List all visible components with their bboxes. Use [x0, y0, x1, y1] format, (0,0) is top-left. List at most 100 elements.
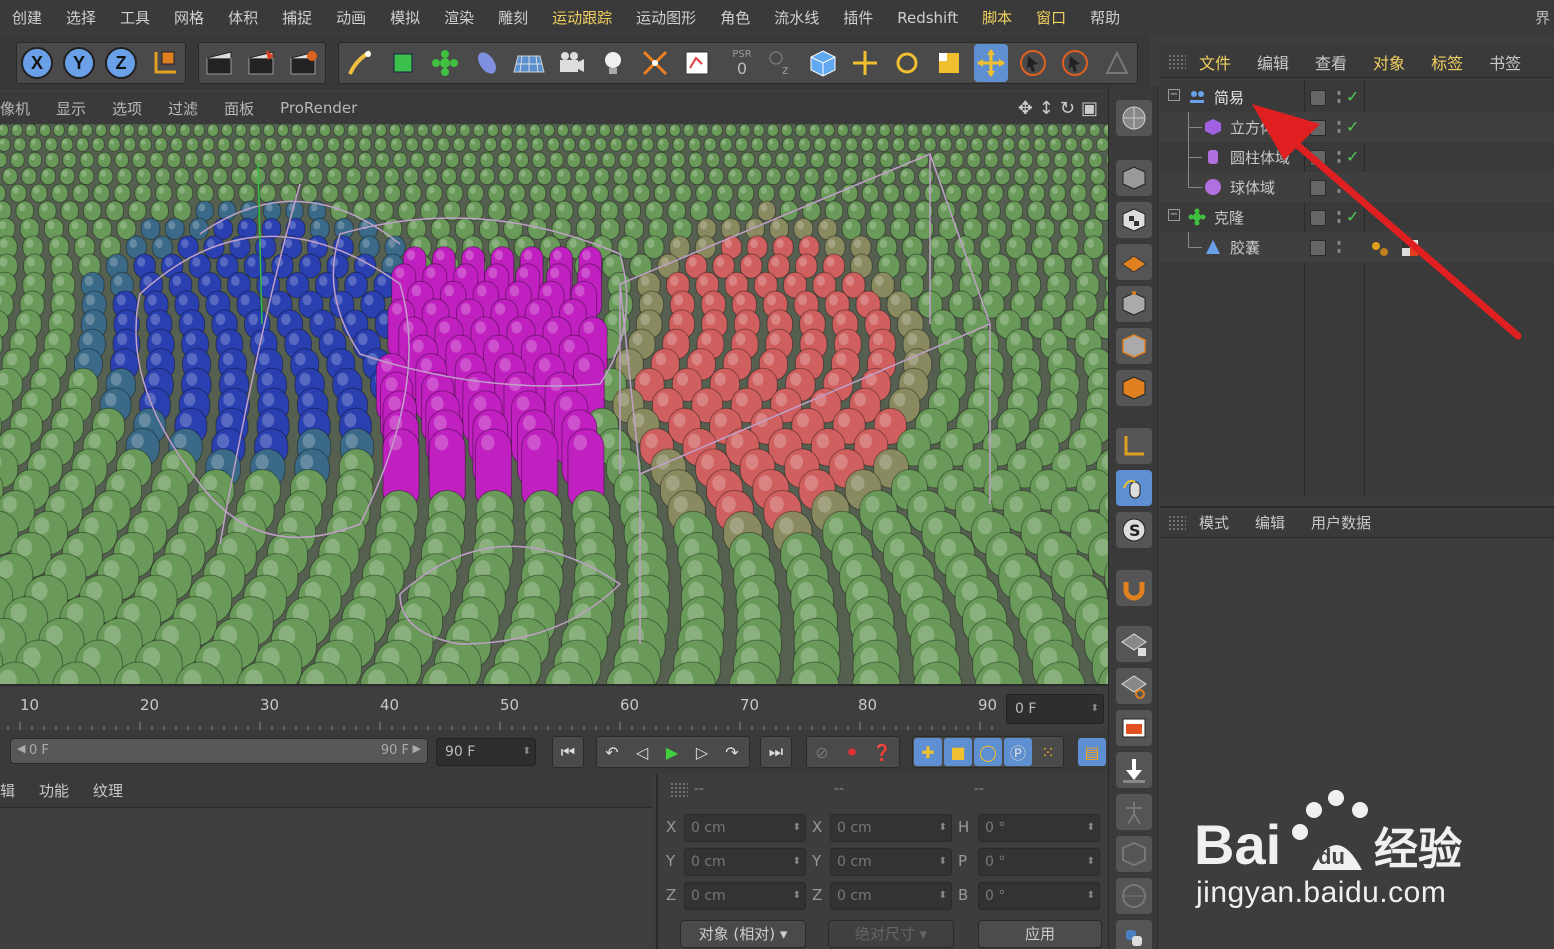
record-button[interactable]: ⏺: [838, 738, 866, 766]
om-tab-tags[interactable]: 标签: [1418, 50, 1476, 74]
xpresso-button[interactable]: [1116, 878, 1152, 914]
om-tab-bookmarks[interactable]: 书签: [1476, 50, 1534, 74]
pan-icon[interactable]: ✥: [1018, 98, 1033, 119]
rot-b-field[interactable]: 0 ° ⬍: [978, 882, 1100, 910]
material-tab-edit[interactable]: 辑: [0, 780, 27, 801]
render-settings-button[interactable]: [286, 44, 320, 82]
size-z-field[interactable]: 0 cm ⬍: [830, 882, 952, 910]
texture-mode-button[interactable]: [1116, 202, 1152, 238]
stepper-icon[interactable]: ⬍: [793, 849, 801, 875]
size-x-field[interactable]: 0 cm ⬍: [830, 814, 952, 842]
phong-tag-icon[interactable]: [1370, 238, 1390, 258]
render-picture-viewer-button[interactable]: [244, 44, 278, 82]
menu-mesh[interactable]: 网格: [162, 0, 216, 36]
material-manager-area[interactable]: [0, 808, 652, 949]
range-left-arrow-icon[interactable]: ◀: [17, 742, 25, 755]
visibility-dots[interactable]: [1336, 119, 1342, 135]
menu-render[interactable]: 渲染: [432, 0, 486, 36]
coord-mode-dropdown[interactable]: 对象 (相对) ▾: [680, 920, 806, 948]
material-tab-function[interactable]: 功能: [27, 780, 81, 801]
character-button[interactable]: [1116, 794, 1152, 830]
menu-plugins[interactable]: 插件: [831, 0, 885, 36]
grip-icon[interactable]: [670, 782, 688, 798]
menu-simulate[interactable]: 模拟: [378, 0, 432, 36]
light-button[interactable]: [596, 44, 630, 82]
planar-workplane-button[interactable]: [1116, 668, 1152, 704]
menu-help[interactable]: 帮助: [1078, 0, 1132, 36]
current-frame-field[interactable]: 0 F ⬍: [1006, 694, 1104, 724]
play-button[interactable]: ▶: [658, 738, 686, 766]
render-view-button[interactable]: [202, 44, 236, 82]
object-row-cube-field[interactable]: 立方体域 ✓: [1160, 112, 1554, 142]
subdivision-button[interactable]: [386, 44, 420, 82]
grip-icon[interactable]: [1168, 514, 1186, 531]
snap-settings-button[interactable]: z: [764, 44, 798, 82]
goto-start-button[interactable]: ⏮: [554, 738, 582, 766]
visibility-dots[interactable]: [1336, 179, 1342, 195]
stepper-icon[interactable]: ⬍: [1087, 815, 1095, 841]
snap-button[interactable]: [1116, 570, 1152, 606]
visibility-dots[interactable]: [1336, 89, 1342, 105]
object-row-sphere-field[interactable]: 球体域: [1160, 172, 1554, 202]
viewport-menu-options[interactable]: 选项: [99, 98, 155, 119]
layer-toggle[interactable]: [1310, 90, 1326, 106]
enabled-check-icon[interactable]: ✓: [1346, 147, 1359, 166]
menu-tools[interactable]: 工具: [108, 0, 162, 36]
object-row-cloner[interactable]: − 克隆 ✓: [1160, 202, 1554, 232]
pos-z-field[interactable]: 0 cm ⬍: [684, 882, 806, 910]
om-tab-edit[interactable]: 编辑: [1244, 50, 1302, 74]
polygons-mode-button[interactable]: [1116, 370, 1152, 406]
layer-toggle[interactable]: [1310, 150, 1326, 166]
3d-viewport[interactable]: [0, 124, 1108, 686]
sculpt-button[interactable]: [1116, 836, 1152, 872]
move-tool-button[interactable]: [848, 44, 882, 82]
end-frame-field[interactable]: 90 F ⬍: [436, 738, 536, 766]
preview-range-slider[interactable]: ◀ 0 F 90 F ▶: [10, 738, 428, 764]
layer-toggle[interactable]: [1310, 210, 1326, 226]
stepper-icon[interactable]: ⬍: [939, 849, 947, 875]
object-row-cylinder-field[interactable]: 圆柱体域 ✓: [1160, 142, 1554, 172]
frame-stepper-icon[interactable]: ⬍: [1091, 695, 1099, 723]
menu-window[interactable]: 窗口: [1024, 0, 1078, 36]
edges-mode-button[interactable]: [1116, 328, 1152, 364]
stepper-icon[interactable]: ⬍: [939, 883, 947, 909]
enabled-check-icon[interactable]: ✓: [1346, 117, 1359, 136]
python-button[interactable]: [1116, 920, 1152, 949]
key-rotation-button[interactable]: ◯: [974, 738, 1002, 766]
next-frame-button[interactable]: ▷: [688, 738, 716, 766]
viewport-menu-camera[interactable]: 像机: [0, 98, 43, 119]
timeline-layout-button[interactable]: ▤: [1078, 738, 1106, 766]
scale-tool-button[interactable]: [932, 44, 966, 82]
enabled-check-icon[interactable]: ✓: [1346, 207, 1359, 226]
maximize-view-icon[interactable]: ▣: [1081, 98, 1098, 119]
timeline-ruler[interactable]: 10 20 30 40 50 60 70 80 90 0 F ⬍: [0, 688, 1108, 730]
layer-toggle[interactable]: [1310, 240, 1326, 256]
layer-toggle[interactable]: [1310, 120, 1326, 136]
stepper-icon[interactable]: ⬍: [1087, 883, 1095, 909]
viewport-menu-filter[interactable]: 过滤: [155, 98, 211, 119]
object-row-capsule[interactable]: 胶囊: [1160, 232, 1554, 262]
orbit-icon[interactable]: ↻: [1060, 98, 1075, 119]
key-parameter-button[interactable]: Ⓟ: [1004, 738, 1032, 766]
menu-pipeline[interactable]: 流水线: [762, 0, 831, 36]
apply-button[interactable]: 应用: [978, 920, 1102, 948]
prev-key-button[interactable]: ↶: [598, 738, 626, 766]
visibility-dots[interactable]: [1336, 239, 1342, 255]
dolly-icon[interactable]: ↕: [1039, 98, 1054, 119]
stepper-icon[interactable]: ⬍: [939, 815, 947, 841]
viewport-window-button[interactable]: [1116, 710, 1152, 746]
z-axis-lock-button[interactable]: Z: [104, 44, 138, 82]
viewport-menu-display[interactable]: 显示: [43, 98, 99, 119]
keyframe-help-button[interactable]: ❓: [868, 738, 896, 766]
pos-y-field[interactable]: 0 cm ⬍: [684, 848, 806, 876]
grip-icon[interactable]: [1168, 53, 1186, 70]
timeline-button[interactable]: [680, 44, 714, 82]
menu-script[interactable]: 脚本: [970, 0, 1024, 36]
live-selection-button[interactable]: [1016, 44, 1050, 82]
x-axis-lock-button[interactable]: X: [20, 44, 54, 82]
menu-interface-cut[interactable]: 界: [1535, 0, 1550, 36]
am-tab-user-data[interactable]: 用户数据: [1298, 512, 1384, 533]
visibility-dots[interactable]: [1336, 149, 1342, 165]
stepper-icon[interactable]: ⬍: [793, 883, 801, 909]
rotate-tool-button[interactable]: [890, 44, 924, 82]
